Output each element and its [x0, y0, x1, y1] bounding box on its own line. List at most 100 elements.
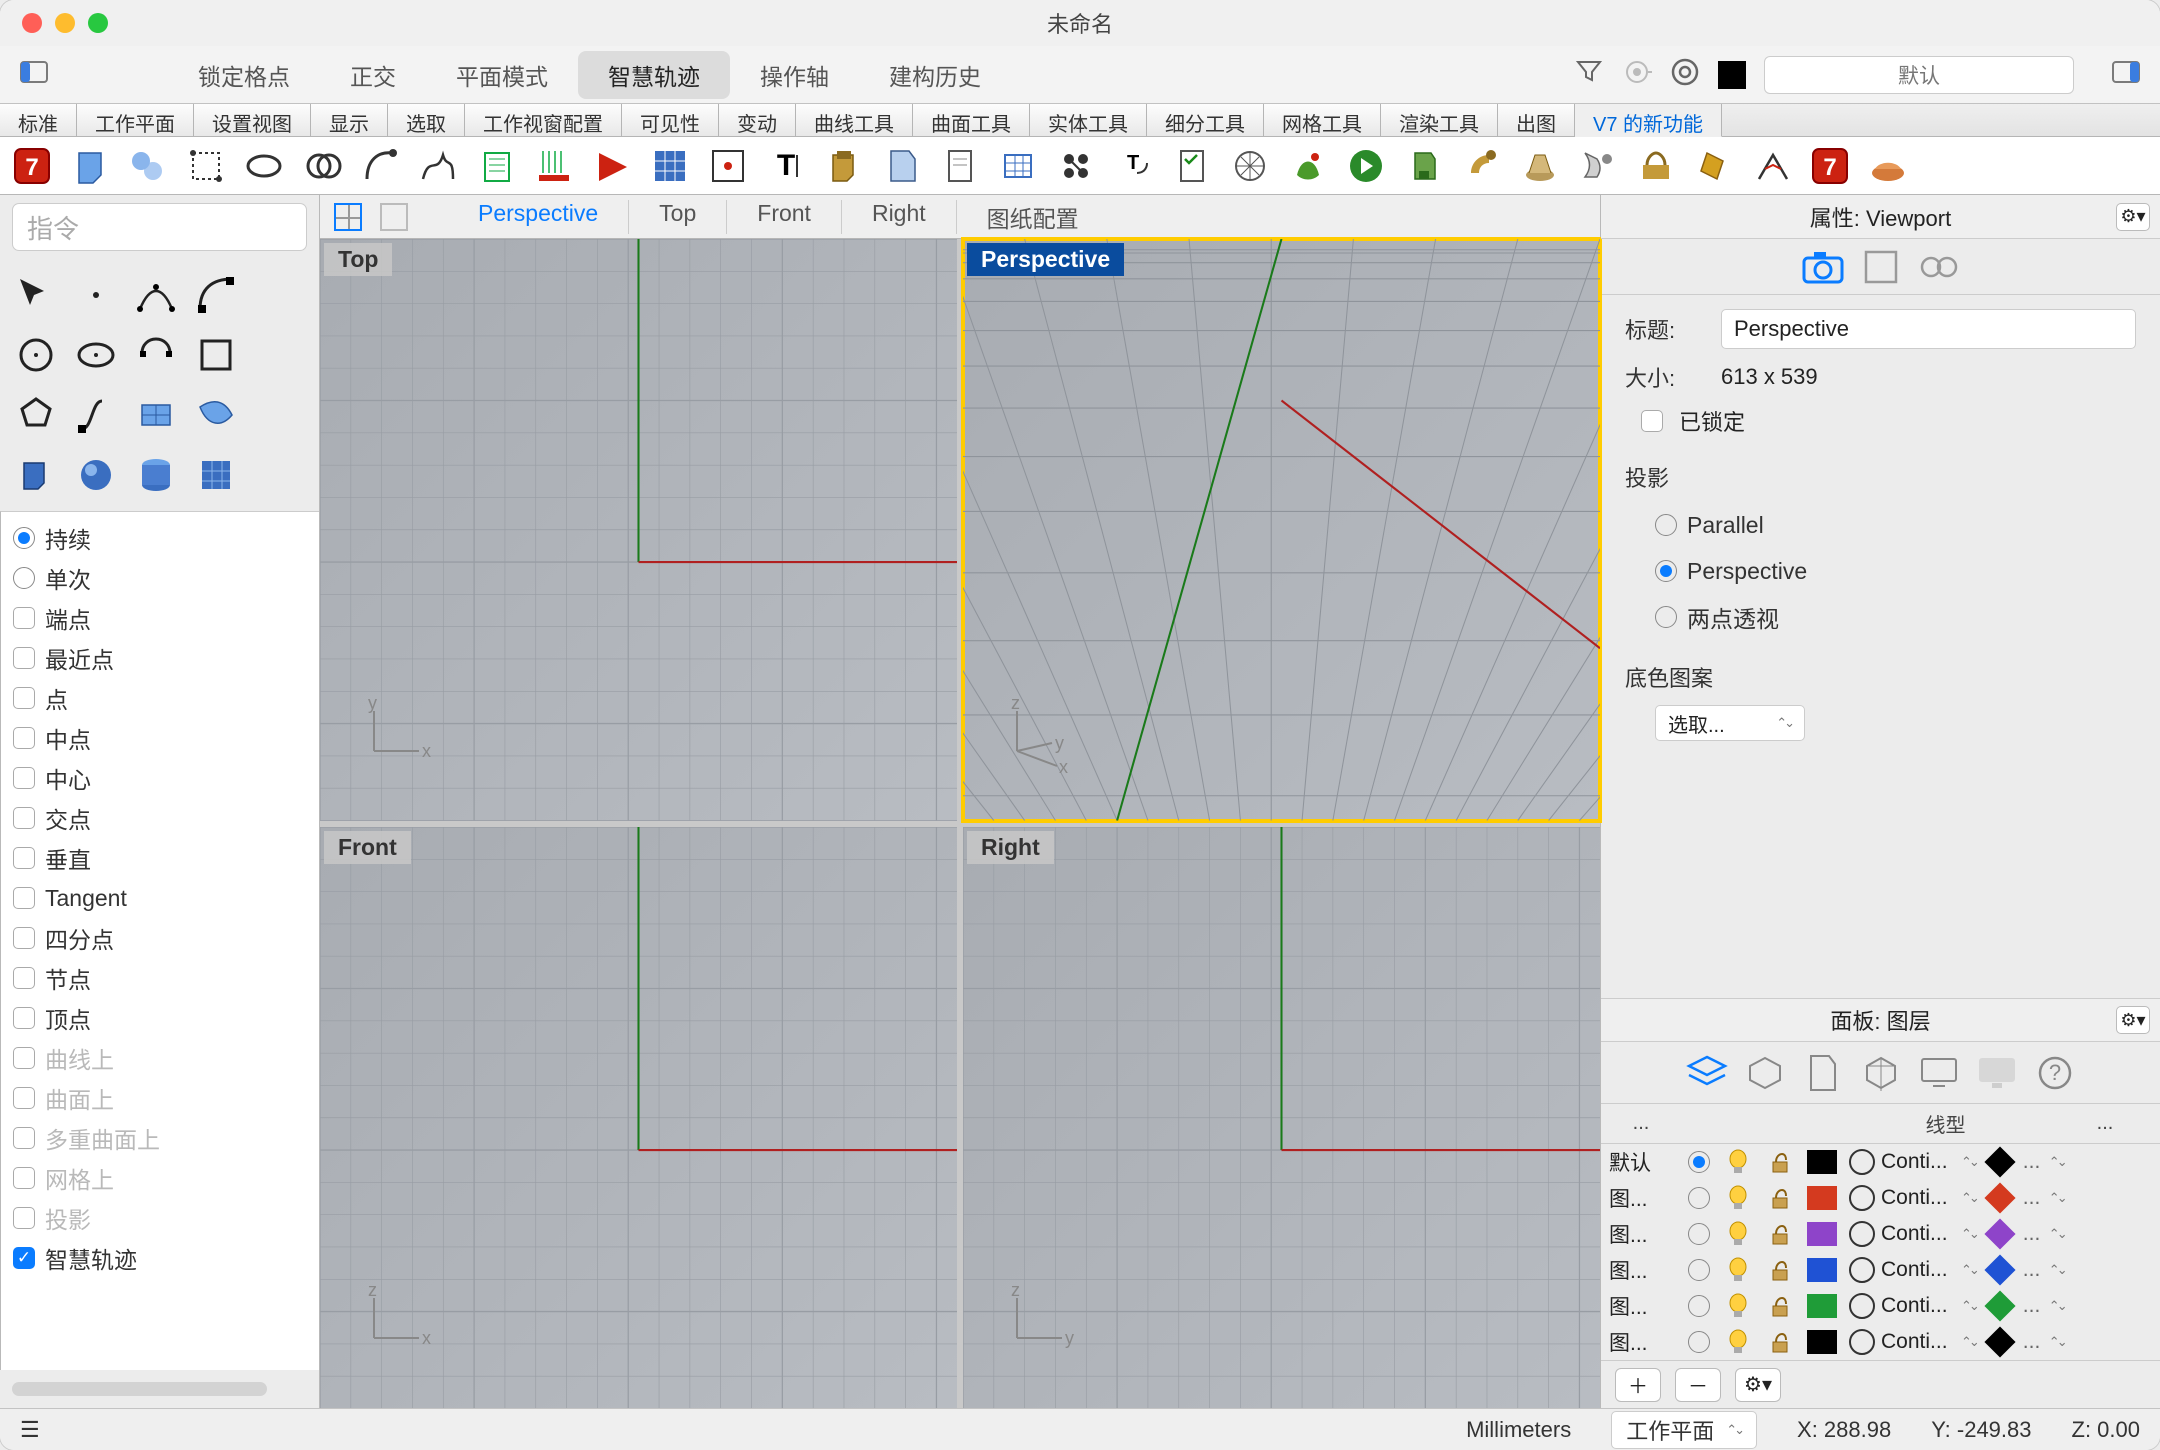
layer-linetype[interactable]: Conti... [1881, 1258, 1961, 1282]
toolbar-icon-1[interactable] [64, 143, 116, 189]
toolbar-icon-32[interactable] [1862, 143, 1914, 189]
viewport-tab-Perspective[interactable]: Perspective [448, 200, 628, 234]
material-properties-icon[interactable] [1860, 248, 1902, 286]
layer-name[interactable]: 图... [1601, 1327, 1681, 1357]
chevron-icon[interactable]: ⌃⌄ [2049, 1298, 2065, 1314]
layer-linetype[interactable]: Conti... [1881, 1330, 1961, 1354]
toolbar-icon-6[interactable] [354, 143, 406, 189]
layer-visibility-icon[interactable] [1717, 1329, 1759, 1355]
layer-more[interactable]: ... [2023, 1330, 2049, 1354]
chevron-icon[interactable]: ⌃⌄ [2049, 1262, 2065, 1278]
record-off-icon[interactable] [1622, 57, 1652, 93]
layers-action-button[interactable]: ⚙︎▾ [1735, 1368, 1781, 1402]
layer-color-swatch[interactable] [1807, 1150, 1837, 1174]
chevron-icon[interactable]: ⌃⌄ [2049, 1190, 2065, 1206]
layer-more[interactable]: ... [2023, 1294, 2049, 1318]
toolbar-icon-16[interactable] [934, 143, 986, 189]
viewport-title-input[interactable]: Perspective [1721, 309, 2136, 349]
toolbar-icon-27[interactable] [1572, 143, 1624, 189]
current-color-swatch[interactable] [1718, 61, 1746, 89]
layer-row[interactable]: 图... Conti... ⌃⌄ ... ⌃⌄ [1601, 1324, 2160, 1360]
toolbar-icon-9[interactable] [528, 143, 580, 189]
layer-print-color[interactable] [1984, 1326, 2015, 1357]
tool-icon-4[interactable] [6, 325, 66, 385]
toolbar-icon-0[interactable]: 7 [6, 143, 58, 189]
tool-icon-0[interactable] [6, 265, 66, 325]
blocks-tab-icon[interactable] [1745, 1053, 1785, 1093]
four-viewport-icon[interactable] [334, 203, 362, 231]
properties-gear-icon[interactable]: ⚙︎▾ [2116, 203, 2150, 231]
palette-tab-6[interactable]: 可见性 [622, 104, 719, 136]
horizontal-scrollbar[interactable] [12, 1382, 267, 1396]
palette-tab-8[interactable]: 曲线工具 [796, 104, 913, 136]
projection-radio[interactable] [1655, 606, 1677, 628]
layer-material-icon[interactable] [1849, 1293, 1875, 1319]
osnap-mode-radio[interactable] [13, 527, 35, 549]
layer-current-radio[interactable] [1688, 1187, 1710, 1209]
status-cplane-selector[interactable]: 工作平面⌃⌄ [1611, 1411, 1757, 1449]
record-icon[interactable] [1670, 57, 1700, 93]
layer-visibility-icon[interactable] [1717, 1221, 1759, 1247]
tool-icon-13[interactable] [66, 445, 126, 505]
layer-lock-icon[interactable] [1759, 1258, 1801, 1282]
toolbar-icon-28[interactable] [1630, 143, 1682, 189]
palette-tab-0[interactable]: 标准 [0, 104, 77, 136]
viewport-label[interactable]: Right [967, 831, 1054, 864]
layer-more[interactable]: ... [2023, 1222, 2049, 1246]
palette-tab-2[interactable]: 设置视图 [194, 104, 311, 136]
toolbar-icon-12[interactable] [702, 143, 754, 189]
layer-row[interactable]: 图... Conti... ⌃⌄ ... ⌃⌄ [1601, 1216, 2160, 1252]
add-layer-button[interactable]: ＋ [1615, 1368, 1661, 1402]
layer-lock-icon[interactable] [1759, 1222, 1801, 1246]
tool-icon-3[interactable] [186, 265, 246, 325]
layer-row[interactable]: 图... Conti... ⌃⌄ ... ⌃⌄ [1601, 1180, 2160, 1216]
layer-color-swatch[interactable] [1807, 1186, 1837, 1210]
layer-print-color[interactable] [1984, 1290, 2015, 1321]
osnap-checkbox[interactable] [13, 607, 35, 629]
projection-radio[interactable] [1655, 514, 1677, 536]
camera-properties-icon[interactable] [1802, 248, 1844, 286]
tool-icon-9[interactable] [66, 385, 126, 445]
layer-visibility-icon[interactable] [1717, 1149, 1759, 1175]
tool-icon-1[interactable] [66, 265, 126, 325]
osnap-checkbox[interactable] [13, 927, 35, 949]
toolbar-icon-21[interactable] [1224, 143, 1276, 189]
viewport-perspective[interactable]: Perspectivezyx [963, 239, 1600, 821]
layer-linetype[interactable]: Conti... [1881, 1294, 1961, 1318]
command-input[interactable]: 指令 [12, 203, 307, 251]
toolbar-icon-23[interactable] [1340, 143, 1392, 189]
document-tab-icon[interactable] [1803, 1053, 1843, 1093]
chevron-icon[interactable]: ⌃⌄ [1961, 1334, 1977, 1350]
viewport-tab-Top[interactable]: Top [628, 200, 726, 234]
locked-checkbox[interactable] [1641, 410, 1663, 432]
osnap-checkbox[interactable] [13, 1007, 35, 1029]
minimize-window-button[interactable] [55, 13, 75, 33]
osnap-checkbox[interactable] [13, 887, 35, 909]
palette-tab-9[interactable]: 曲面工具 [913, 104, 1030, 136]
modeling-aid-1[interactable]: 正交 [320, 51, 426, 99]
tool-icon-14[interactable] [126, 445, 186, 505]
viewport-front[interactable]: Frontzx [320, 827, 957, 1409]
toolbar-icon-20[interactable] [1166, 143, 1218, 189]
modeling-aid-4[interactable]: 操作轴 [730, 51, 859, 99]
layer-name[interactable]: 图... [1601, 1255, 1681, 1285]
modeling-aid-0[interactable]: 锁定格点 [168, 51, 320, 99]
status-units[interactable]: Millimeters [1466, 1417, 1571, 1443]
chevron-icon[interactable]: ⌃⌄ [2049, 1226, 2065, 1242]
toolbar-icon-3[interactable] [180, 143, 232, 189]
osnap-checkbox[interactable] [13, 687, 35, 709]
toolbar-icon-31[interactable]: 7 [1804, 143, 1856, 189]
viewport-tab-Right[interactable]: Right [841, 200, 956, 234]
layer-color-swatch[interactable] [1807, 1258, 1837, 1282]
chevron-icon[interactable]: ⌃⌄ [1961, 1190, 1977, 1206]
layer-row[interactable]: 图... Conti... ⌃⌄ ... ⌃⌄ [1601, 1288, 2160, 1324]
palette-tab-13[interactable]: 渲染工具 [1381, 104, 1498, 136]
left-sidebar-toggle-icon[interactable] [20, 61, 48, 89]
col-ellipsis[interactable]: ... [1601, 1112, 1681, 1135]
toolbar-icon-29[interactable] [1688, 143, 1740, 189]
layer-current-radio[interactable] [1688, 1151, 1710, 1173]
monitor-tab-icon[interactable] [1977, 1053, 2017, 1093]
palette-tab-7[interactable]: 变动 [719, 104, 796, 136]
toolbar-icon-8[interactable] [470, 143, 522, 189]
layer-visibility-icon[interactable] [1717, 1293, 1759, 1319]
